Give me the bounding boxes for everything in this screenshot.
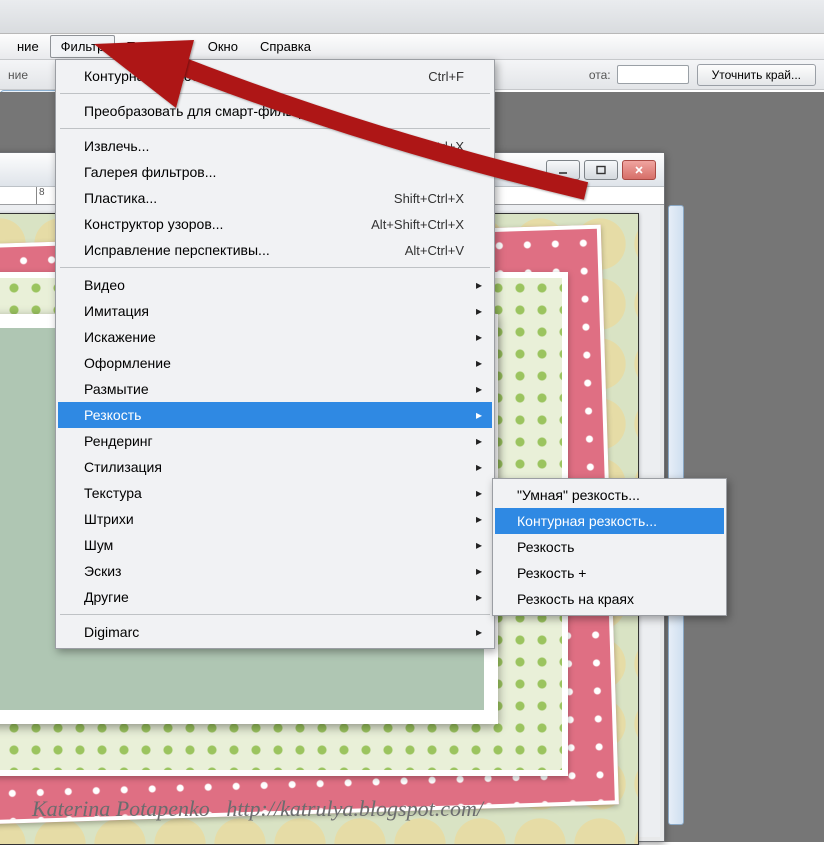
menu-item-pattern-maker[interactable]: Конструктор узоров...Alt+Shift+Ctrl+X [58,211,492,237]
menu-item-last-filter[interactable]: Контурная резкостьCtrl+F [58,63,492,89]
minimize-button[interactable] [546,160,580,180]
menu-item-pixelate[interactable]: Оформление [58,350,492,376]
options-left-label: ние [8,68,28,82]
menu-item-vanishing-point[interactable]: Исправление перспективы...Alt+Ctrl+V [58,237,492,263]
submenu-unsharp-mask[interactable]: Контурная резкость... [495,508,724,534]
menubar: ние Фильтр Просмотр Окно Справка [0,34,824,60]
options-height-input[interactable] [617,65,689,84]
submenu-smart-sharpen[interactable]: "Умная" резкость... [495,482,724,508]
menubar-item-help[interactable]: Справка [249,35,322,58]
menu-item-blur[interactable]: Размытие [58,376,492,402]
menubar-item-partial[interactable]: ние [6,35,50,58]
menu-item-render[interactable]: Рендеринг [58,428,492,454]
menu-item-stylize[interactable]: Стилизация [58,454,492,480]
menu-item-video[interactable]: Видео [58,272,492,298]
menu-item-liquify[interactable]: Пластика...Shift+Ctrl+X [58,185,492,211]
options-height-label: ота: [589,68,611,82]
menu-item-digimarc[interactable]: Digimarc [58,619,492,645]
refine-edge-button[interactable]: Уточнить край... [697,64,816,86]
window-buttons [546,160,656,180]
menu-item-brush-strokes[interactable]: Штрихи [58,506,492,532]
menubar-item-view[interactable]: Просмотр [115,35,196,58]
menu-item-extract[interactable]: Извлечь...Alt+Ctrl+X [58,133,492,159]
credit-text: Katerina Potapenko http://katrulya.blogs… [32,796,483,822]
menu-item-sharpen[interactable]: Резкость [58,402,492,428]
menu-item-texture[interactable]: Текстура [58,480,492,506]
menu-item-noise[interactable]: Шум [58,532,492,558]
submenu-sharpen-more[interactable]: Резкость + [495,560,724,586]
sharpen-submenu: "Умная" резкость... Контурная резкость..… [492,478,727,616]
menu-item-other[interactable]: Другие [58,584,492,610]
menubar-item-window[interactable]: Окно [197,35,249,58]
submenu-sharpen-edges[interactable]: Резкость на краях [495,586,724,612]
menu-item-artistic[interactable]: Имитация [58,298,492,324]
filter-menu: Контурная резкостьCtrl+F Преобразовать д… [55,59,495,649]
window-titlebar [0,0,824,34]
menu-item-filter-gallery[interactable]: Галерея фильтров... [58,159,492,185]
menu-item-distort[interactable]: Искажение [58,324,492,350]
submenu-sharpen[interactable]: Резкость [495,534,724,560]
close-button[interactable] [622,160,656,180]
menu-item-convert-smart[interactable]: Преобразовать для смарт-фильтров [58,98,492,124]
menubar-item-filter[interactable]: Фильтр [50,35,116,58]
maximize-button[interactable] [584,160,618,180]
menu-item-sketch[interactable]: Эскиз [58,558,492,584]
